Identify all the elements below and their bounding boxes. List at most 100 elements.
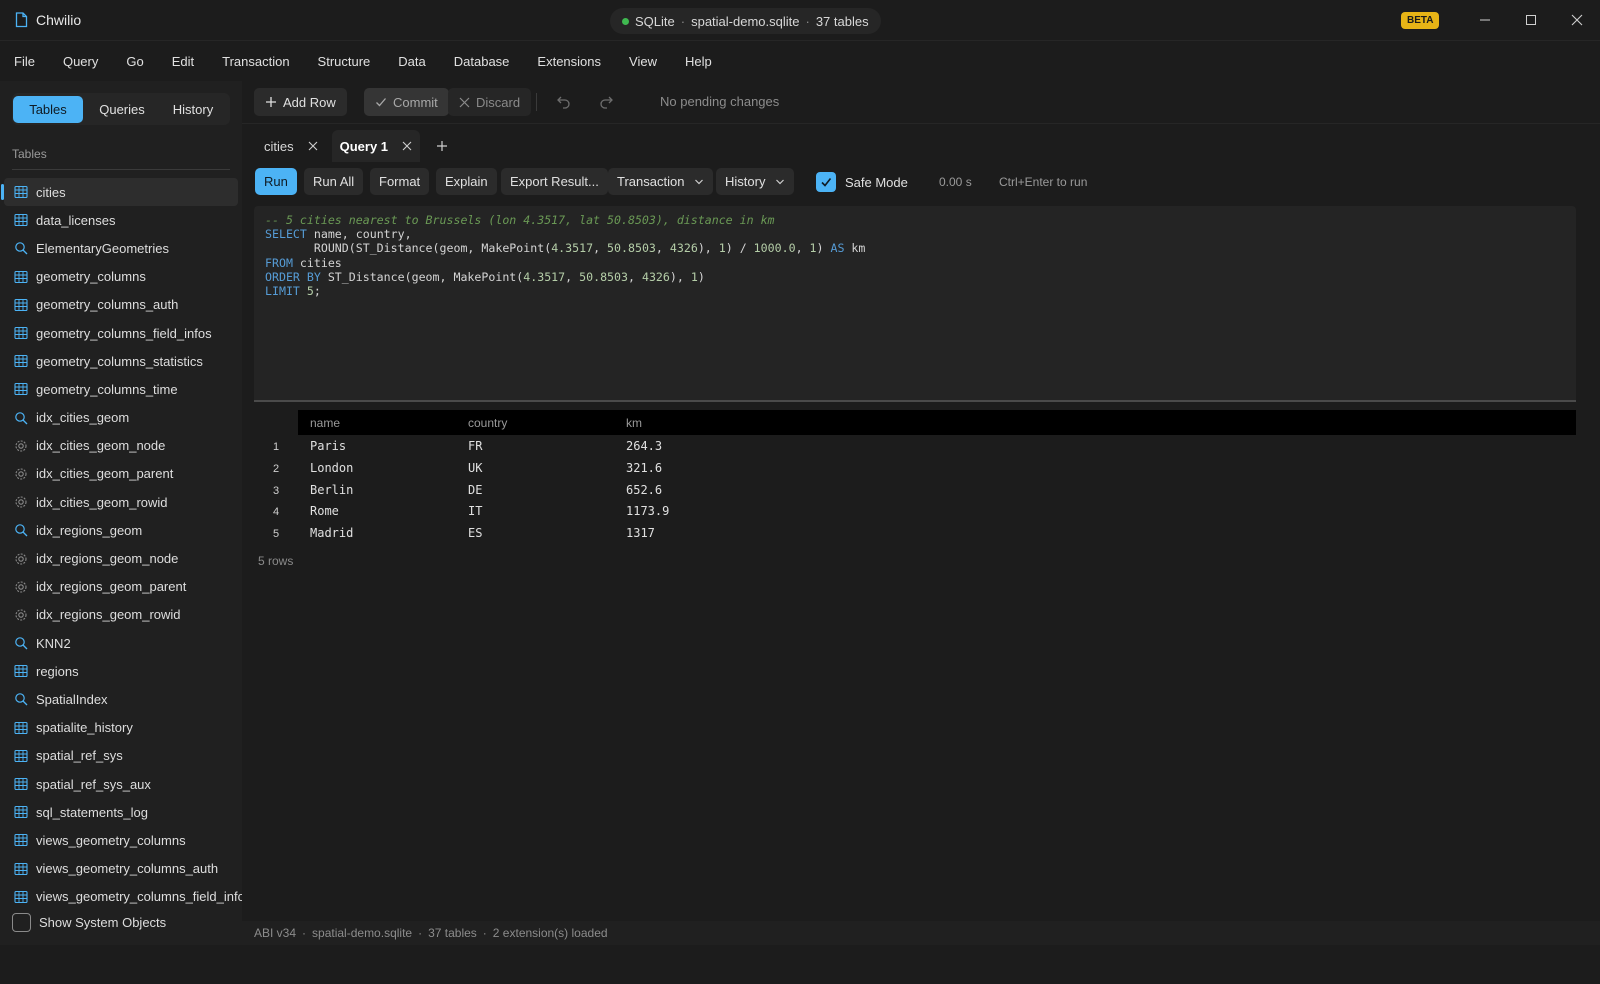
cell-km[interactable]: 652.6 [626, 483, 662, 497]
tab-cities[interactable]: cities [256, 130, 326, 162]
cell-country[interactable]: DE [468, 483, 482, 497]
cell-name[interactable]: Paris [310, 439, 346, 453]
sidebar-item-elementarygeometries[interactable]: ElementaryGeometries [0, 234, 242, 262]
sidebar-item-geometry-columns-field-infos[interactable]: geometry_columns_field_infos [0, 319, 242, 347]
sidebar-item-geometry-columns[interactable]: geometry_columns [0, 263, 242, 291]
table-row[interactable]: 4 Rome IT 1173.9 [254, 501, 1576, 523]
menu-query[interactable]: Query [63, 54, 98, 69]
undo-button[interactable] [553, 91, 575, 113]
show-system-objects-label: Show System Objects [39, 915, 167, 930]
sidebar-item-spatial-ref-sys-aux[interactable]: spatial_ref_sys_aux [0, 770, 242, 798]
sidebar-item-data-licenses[interactable]: data_licenses [0, 206, 242, 234]
history-dropdown[interactable]: History [716, 168, 795, 195]
table-row[interactable]: 5 Madrid ES 1317 [254, 523, 1576, 545]
sidebar-item-label: idx_regions_geom_node [36, 551, 179, 567]
menu-file[interactable]: File [14, 54, 35, 69]
menu-view[interactable]: View [629, 54, 657, 69]
sidebar-item-idx-regions-geom-parent[interactable]: idx_regions_geom_parent [0, 573, 242, 601]
cell-km[interactable]: 1173.9 [626, 504, 669, 518]
query-toolbar: Run Run All Format Explain Export Result… [254, 168, 1584, 196]
sidebar-item-idx-cities-geom-rowid[interactable]: idx_cities_geom_rowid [0, 488, 242, 516]
cell-name[interactable]: Rome [310, 504, 339, 518]
sidebar-item-spatialite-history[interactable]: spatialite_history [0, 714, 242, 742]
sidebar-item-geometry-columns-auth[interactable]: geometry_columns_auth [0, 291, 242, 319]
commit-button[interactable]: Commit [364, 88, 449, 116]
cell-country[interactable]: FR [468, 439, 482, 453]
connection-pill[interactable]: SQLite · spatial-demo.sqlite · 37 tables [610, 8, 881, 34]
close-icon[interactable] [402, 141, 412, 151]
transaction-label: Transaction [617, 174, 685, 189]
table-list: cities data_licenses ElementaryGeometries g… [0, 178, 242, 984]
menu-extensions[interactable]: Extensions [537, 54, 601, 69]
redo-button[interactable] [595, 91, 617, 113]
column-header-country[interactable]: country [468, 416, 507, 430]
menu-help[interactable]: Help [685, 54, 712, 69]
tab-query-1[interactable]: Query 1 [331, 130, 421, 162]
cell-km[interactable]: 1317 [626, 526, 655, 540]
separator: · [805, 13, 810, 29]
menu-edit[interactable]: Edit [172, 54, 194, 69]
table-row[interactable]: 1 Paris FR 264.3 [254, 436, 1576, 458]
cell-country[interactable]: IT [468, 504, 482, 518]
sidebar-item-spatial-ref-sys[interactable]: spatial_ref_sys [0, 742, 242, 770]
abi-version: ABI v34 [254, 926, 297, 940]
run-all-button[interactable]: Run All [304, 168, 364, 195]
add-row-button[interactable]: Add Row [254, 88, 347, 116]
minimize-button[interactable] [1470, 6, 1500, 34]
sidebar-item-geometry-columns-statistics[interactable]: geometry_columns_statistics [0, 347, 242, 375]
run-button[interactable]: Run [255, 168, 297, 195]
close-window-button[interactable] [1562, 6, 1592, 34]
sidebar-heading: Tables [12, 147, 47, 161]
sidebar-item-idx-cities-geom-node[interactable]: idx_cities_geom_node [0, 432, 242, 460]
sidebar-item-views-geometry-columns[interactable]: views_geometry_columns [0, 826, 242, 854]
tab-history[interactable]: History [158, 96, 228, 123]
menu-transaction[interactable]: Transaction [222, 54, 289, 69]
sidebar-item-cities[interactable]: cities [1, 178, 238, 207]
sidebar-item-knn2[interactable]: KNN2 [0, 629, 242, 657]
show-system-objects-toggle[interactable]: Show System Objects [12, 913, 166, 932]
table-row[interactable]: 3 Berlin DE 652.6 [254, 480, 1576, 502]
sidebar-item-views-geometry-columns-field-info[interactable]: views_geometry_columns_field_info [0, 883, 242, 911]
show-system-objects-checkbox[interactable] [12, 913, 31, 932]
sidebar-item-idx-regions-geom[interactable]: idx_regions_geom [0, 516, 242, 544]
tab-queries[interactable]: Queries [87, 96, 157, 123]
sidebar-item-idx-regions-geom-rowid[interactable]: idx_regions_geom_rowid [0, 601, 242, 629]
cell-country[interactable]: UK [468, 461, 482, 475]
transaction-dropdown[interactable]: Transaction [608, 168, 714, 195]
cell-country[interactable]: ES [468, 526, 482, 540]
cell-name[interactable]: Berlin [310, 483, 353, 497]
sidebar-item-sql-statements-log[interactable]: sql_statements_log [0, 798, 242, 826]
sql-editor[interactable]: -- 5 cities nearest to Brussels (lon 4.3… [254, 206, 1576, 402]
cell-name[interactable]: Madrid [310, 526, 353, 540]
sidebar-item-geometry-columns-time[interactable]: geometry_columns_time [0, 375, 242, 403]
cell-km[interactable]: 264.3 [626, 439, 662, 453]
new-tab-button[interactable] [430, 134, 454, 158]
cell-km[interactable]: 321.6 [626, 461, 662, 475]
safe-mode-toggle[interactable]: Safe Mode [816, 172, 908, 192]
table-row[interactable]: 2 London UK 321.6 [254, 458, 1576, 480]
sidebar-item-idx-cities-geom[interactable]: idx_cities_geom [0, 404, 242, 432]
explain-button[interactable]: Explain [436, 168, 497, 195]
export-result-button[interactable]: Export Result... [501, 168, 608, 195]
discard-label: Discard [476, 94, 521, 110]
sidebar-item-views-geometry-columns-auth[interactable]: views_geometry_columns_auth [0, 855, 242, 883]
app-title: Chwilio [36, 12, 82, 28]
sidebar-item-idx-cities-geom-parent[interactable]: idx_cities_geom_parent [0, 460, 242, 488]
menu-structure[interactable]: Structure [318, 54, 371, 69]
sidebar-item-regions[interactable]: regions [0, 657, 242, 685]
column-header-name[interactable]: name [310, 416, 340, 430]
gear-icon [14, 552, 28, 566]
maximize-button[interactable] [1516, 6, 1546, 34]
column-header-km[interactable]: km [626, 416, 642, 430]
sidebar-item-spatialindex[interactable]: SpatialIndex [0, 685, 242, 713]
cell-name[interactable]: London [310, 461, 353, 475]
menu-data[interactable]: Data [398, 54, 425, 69]
menu-database[interactable]: Database [454, 54, 510, 69]
tab-tables[interactable]: Tables [13, 96, 83, 123]
menu-go[interactable]: Go [126, 54, 143, 69]
close-icon[interactable] [308, 141, 318, 151]
discard-button[interactable]: Discard [448, 88, 532, 116]
format-button[interactable]: Format [370, 168, 430, 195]
safe-mode-checkbox[interactable] [816, 172, 836, 192]
sidebar-item-idx-regions-geom-node[interactable]: idx_regions_geom_node [0, 544, 242, 572]
